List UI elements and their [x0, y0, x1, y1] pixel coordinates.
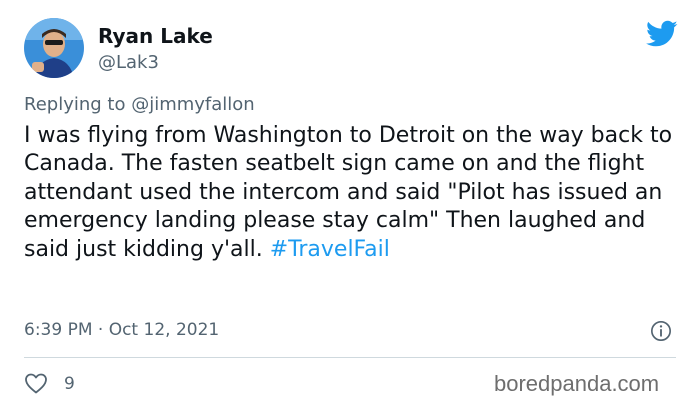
divider: [24, 357, 676, 358]
heart-outline-icon[interactable]: [24, 372, 48, 394]
avatar[interactable]: [24, 18, 84, 78]
watermark: boredpanda.com: [494, 371, 660, 396]
twitter-bird-icon[interactable]: [646, 20, 678, 48]
user-display-name[interactable]: Ryan Lake: [98, 24, 213, 48]
reply-context: Replying to @jimmyfallon: [24, 94, 255, 115]
reply-mention-link[interactable]: @jimmyfallon: [131, 94, 255, 115]
tweet-card: Ryan Lake @Lak3 Replying to @jimmyfallon…: [0, 0, 700, 410]
tweet-body: I was flying from Washington to Detroit …: [24, 122, 690, 264]
user-handle[interactable]: @Lak3: [98, 52, 159, 73]
tweet-timestamp[interactable]: 6:39 PM · Oct 12, 2021: [24, 320, 219, 340]
hashtag-link[interactable]: #TravelFail: [270, 237, 390, 262]
reply-prefix: Replying to: [24, 94, 132, 115]
like-count: 9: [64, 374, 75, 394]
avatar-photo: [24, 18, 84, 78]
info-circle-icon[interactable]: [650, 320, 672, 342]
